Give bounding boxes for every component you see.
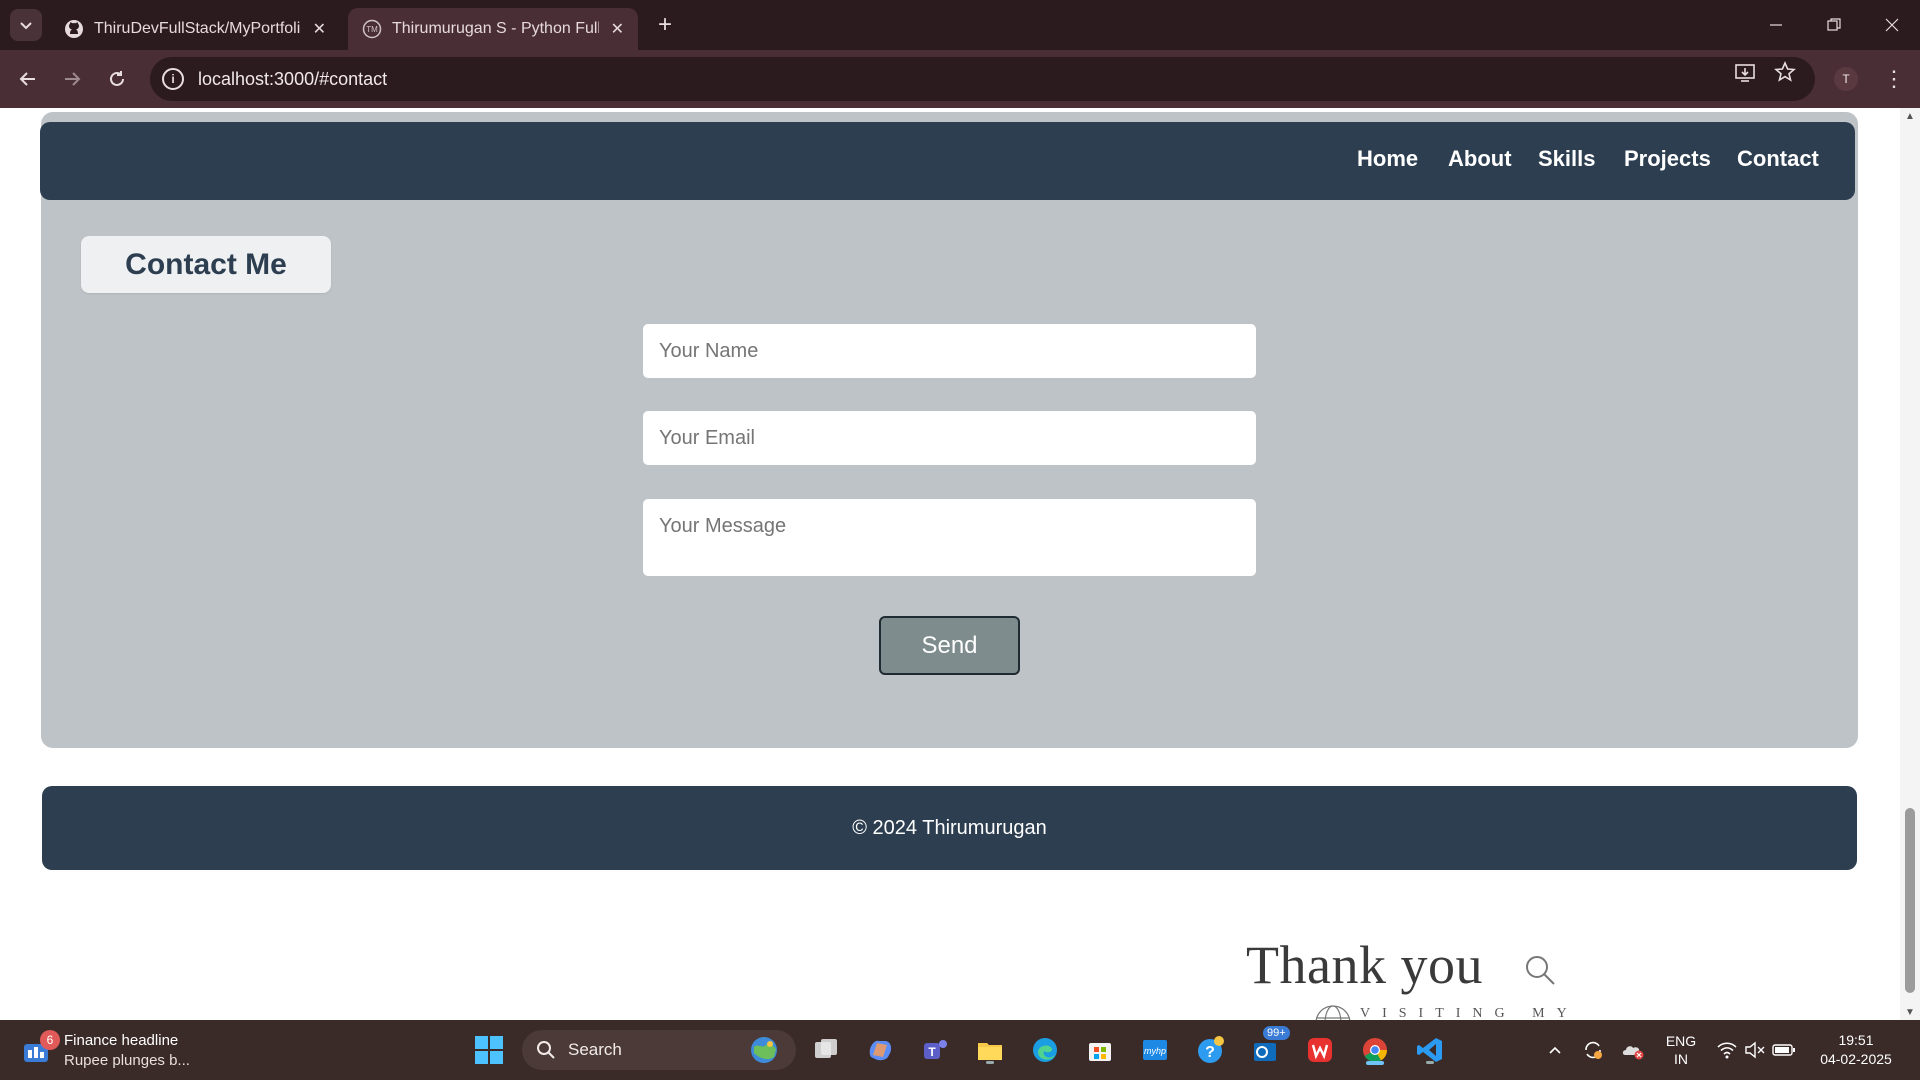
search-icon	[537, 1041, 555, 1059]
name-input[interactable]	[643, 324, 1256, 378]
scrollbar-thumb[interactable]	[1905, 808, 1915, 993]
widget-title: Finance headline	[64, 1032, 179, 1049]
browser-tab-bar: ThiruDevFullStack/MyPortfolio- ✕ TM Thir…	[0, 0, 1920, 50]
minimize-icon[interactable]	[1748, 0, 1804, 50]
close-icon[interactable]: ✕	[611, 19, 624, 39]
contact-heading-box: Contact Me	[81, 236, 331, 293]
file-explorer-icon[interactable]	[972, 1032, 1008, 1068]
svg-text:myhp: myhp	[1144, 1046, 1166, 1056]
windows-start-icon[interactable]	[471, 1032, 507, 1068]
site-navbar: Home About Skills Projects Contact	[40, 122, 1855, 200]
tab-title: Thirumurugan S - Python FullSt	[392, 20, 599, 37]
chevron-down-icon	[20, 22, 32, 30]
show-hidden-icons-chevron-icon[interactable]	[1540, 1020, 1570, 1080]
clock-time: 19:51	[1838, 1032, 1874, 1048]
nav-link-contact[interactable]: Contact	[1737, 146, 1819, 172]
scroll-down-icon[interactable]: ▼	[1900, 1004, 1920, 1020]
site-info-icon[interactable]: i	[162, 68, 184, 90]
svg-text:T: T	[928, 1045, 936, 1059]
send-button[interactable]: Send	[879, 616, 1020, 675]
onedrive-error-icon[interactable]	[1618, 1020, 1648, 1080]
edge-icon[interactable]	[1027, 1032, 1063, 1068]
nav-link-about[interactable]: About	[1448, 146, 1512, 172]
svg-text:?: ?	[1205, 1044, 1215, 1061]
language-indicator[interactable]: ENG IN	[1658, 1020, 1704, 1080]
lang-top: ENG	[1665, 1033, 1697, 1049]
close-icon[interactable]: ✕	[313, 19, 326, 39]
clock[interactable]: 19:51 04-02-2025	[1808, 1020, 1904, 1080]
chrome-icon[interactable]	[1357, 1032, 1393, 1068]
install-app-icon[interactable]	[1731, 58, 1759, 86]
site-footer: © 2024 Thirumurugan	[42, 786, 1857, 870]
clock-date: 04-02-2025	[1820, 1051, 1892, 1067]
get-help-icon[interactable]: ?	[1192, 1032, 1228, 1068]
browser-toolbar: i localhost:3000/#contact T ⋮	[0, 50, 1920, 108]
taskbar-search[interactable]: Search	[522, 1030, 796, 1070]
running-indicator	[986, 1061, 994, 1064]
tab-github[interactable]: ThiruDevFullStack/MyPortfolio- ✕	[50, 8, 340, 50]
widget-subtitle: Rupee plunges b...	[64, 1052, 190, 1069]
task-view-icon[interactable]	[808, 1032, 844, 1068]
message-textarea[interactable]	[643, 499, 1256, 576]
new-tab-plus-icon[interactable]: +	[650, 10, 680, 40]
address-bar[interactable]: i localhost:3000/#contact	[150, 57, 1815, 101]
restore-icon[interactable]	[1806, 0, 1862, 50]
nav-link-skills[interactable]: Skills	[1538, 146, 1595, 172]
finance-widget-icon: 6	[22, 1030, 60, 1066]
more-menu-icon[interactable]: ⋮	[1878, 63, 1910, 95]
svg-text:TM: TM	[366, 25, 378, 34]
visiting-text: VISITING MY	[1360, 1006, 1579, 1020]
myhp-icon[interactable]: myhp	[1137, 1032, 1173, 1068]
outlook-badge: 99+	[1263, 1026, 1290, 1040]
back-arrow-icon[interactable]	[12, 63, 44, 95]
search-label: Search	[568, 1040, 622, 1059]
bookmark-star-icon[interactable]	[1771, 58, 1799, 86]
close-window-icon[interactable]	[1864, 0, 1920, 50]
magnifier-icon	[1526, 956, 1555, 985]
thank-you-text: Thank you	[1246, 935, 1483, 995]
nav-link-projects[interactable]: Projects	[1624, 146, 1711, 172]
reload-icon[interactable]	[101, 63, 133, 95]
page-scrollbar[interactable]: ▲ ▼	[1900, 108, 1920, 1020]
page-viewport: Home About Skills Projects Contact Conta…	[0, 108, 1920, 1020]
globe-icon	[1315, 1005, 1351, 1020]
contact-heading: Contact Me	[125, 247, 287, 281]
wps-office-icon[interactable]	[1302, 1032, 1338, 1068]
copyright-text: © 2024 Thirumurugan	[852, 816, 1047, 839]
running-indicator	[1426, 1061, 1434, 1064]
profile-avatar[interactable]: T	[1834, 67, 1858, 91]
windows-taskbar: 6 Finance headline Rupee plunges b... Se…	[0, 1020, 1920, 1080]
github-icon	[64, 19, 84, 39]
tab-title: ThiruDevFullStack/MyPortfolio-	[94, 20, 301, 37]
active-app-indicator	[1366, 1061, 1384, 1065]
vscode-icon[interactable]	[1412, 1032, 1448, 1068]
outlook-icon[interactable]: 99+	[1247, 1026, 1290, 1068]
email-input[interactable]	[643, 411, 1256, 465]
battery-icon[interactable]	[1770, 1020, 1798, 1080]
teams-icon[interactable]: T	[917, 1032, 953, 1068]
volume-muted-icon[interactable]	[1742, 1020, 1768, 1080]
widget-badge: 6	[40, 1030, 60, 1050]
copilot-icon[interactable]	[862, 1032, 898, 1068]
forward-arrow-icon[interactable]	[56, 63, 88, 95]
tab-portfolio[interactable]: TM Thirumurugan S - Python FullSt ✕	[348, 8, 638, 50]
tab-search-button[interactable]	[10, 9, 42, 41]
lang-bottom: IN	[1674, 1051, 1688, 1067]
url-text: localhost:3000/#contact	[198, 68, 388, 89]
news-widget[interactable]: 6 Finance headline Rupee plunges b...	[22, 1030, 202, 1072]
site-favicon-icon: TM	[362, 19, 382, 39]
wifi-icon[interactable]	[1714, 1020, 1740, 1080]
scroll-up-icon[interactable]: ▲	[1900, 108, 1920, 124]
search-highlight-globe-icon	[751, 1037, 777, 1063]
nav-link-home[interactable]: Home	[1357, 146, 1418, 172]
sync-icon[interactable]	[1578, 1020, 1608, 1080]
microsoft-store-icon[interactable]	[1082, 1032, 1118, 1068]
